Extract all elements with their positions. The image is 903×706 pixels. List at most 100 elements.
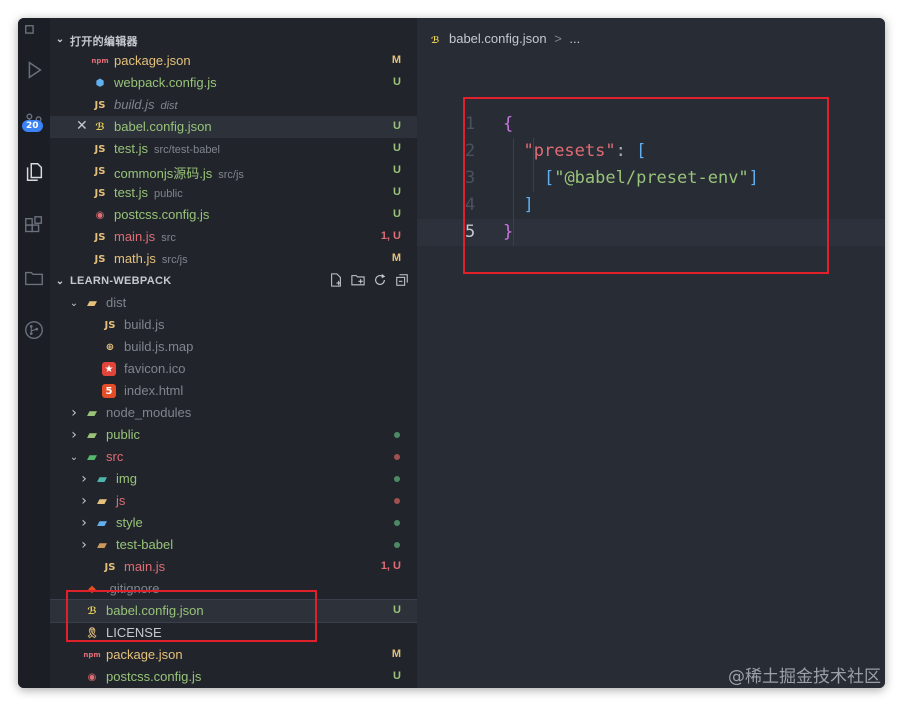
chevron-right-icon[interactable]: › — [68, 427, 80, 443]
folder-node-icon: ▰ — [87, 405, 97, 421]
file-name: main.js src — [114, 229, 176, 244]
file-name: commonjs源码.js src/js — [114, 166, 244, 181]
folder-style-icon: ▰ — [97, 515, 107, 531]
git-status-dot — [394, 520, 400, 526]
tree-item-label: js — [116, 493, 126, 508]
babel-icon: ℬ — [95, 121, 105, 133]
chevron-right-icon[interactable]: › — [68, 405, 80, 421]
tree-file[interactable]: npm package.json M — [50, 644, 417, 666]
git-status-dot — [394, 432, 400, 438]
file-path: public — [153, 188, 183, 200]
open-editor-item[interactable]: JS build.js dist — [50, 94, 417, 116]
folder-open-icon: ▰ — [87, 295, 97, 311]
tree-file[interactable]: JS build.js — [50, 314, 417, 336]
js-icon: JS — [94, 231, 106, 243]
chevron-down-icon[interactable]: ⌄ — [68, 296, 80, 310]
breadcrumb-file[interactable]: babel.config.json — [449, 31, 547, 46]
git-status: M — [391, 252, 401, 264]
collapse-all-icon[interactable] — [395, 273, 409, 287]
js-icon: JS — [104, 561, 116, 573]
tree-file[interactable]: JS main.js 1, U — [50, 556, 417, 578]
extensions-top-icon[interactable] — [18, 18, 50, 50]
git-status: M — [391, 54, 401, 66]
file-path: src — [161, 232, 176, 244]
file-name: test.js src/test-babel — [114, 141, 220, 156]
git-status: M — [391, 648, 401, 660]
tree-folder[interactable]: ⌄ ▰ dist — [50, 292, 417, 314]
tree-folder[interactable]: › ▰ public — [50, 424, 417, 446]
source-control-badge: 20 — [22, 120, 43, 132]
file-path: src/test-babel — [153, 144, 220, 156]
postcss-icon: ◉ — [87, 671, 97, 683]
folder-public-icon: ▰ — [87, 427, 97, 443]
refresh-icon[interactable] — [373, 273, 387, 287]
open-editor-item[interactable]: npm package.json M — [50, 50, 417, 72]
open-editor-item[interactable]: ◉ postcss.config.js U — [50, 204, 417, 226]
tree-item-label: img — [116, 471, 137, 486]
tree-item-label: node_modules — [106, 405, 192, 420]
tree-item-label: test-babel — [116, 537, 174, 552]
explorer-sidebar: ⌄ 打开的编辑器 npm package.json M ⬢ webpack.config… — [50, 18, 417, 688]
explorer-icon[interactable] — [18, 156, 50, 188]
git-graph-icon[interactable] — [18, 314, 50, 346]
file-name: build.js dist — [114, 97, 178, 112]
favicon-icon: ★ — [102, 362, 116, 376]
git-status: U — [393, 164, 401, 176]
open-editor-item[interactable]: JS test.js src/test-babel U — [50, 138, 417, 160]
run-debug-icon[interactable] — [18, 54, 50, 86]
tree-folder[interactable]: › ▰ style — [50, 512, 417, 534]
tree-file[interactable]: 5 index.html — [50, 380, 417, 402]
open-editor-item[interactable]: JS main.js src 1, U — [50, 226, 417, 248]
open-editor-item[interactable]: JS test.js public U — [50, 182, 417, 204]
chevron-down-icon[interactable]: ⌄ — [68, 450, 80, 464]
open-editor-item[interactable]: ✕ ℬbabel.config.json U — [50, 116, 417, 138]
git-status: 1, U — [380, 230, 401, 242]
activity-bar: 20 — [18, 18, 50, 688]
breadcrumb-rest[interactable]: ... — [569, 31, 580, 46]
project-header[interactable]: ⌄ LEARN-WEBPACK — [50, 270, 417, 292]
tree-item-label: favicon.ico — [124, 361, 186, 376]
chevron-right-icon[interactable]: › — [78, 471, 90, 487]
file-path: src/js — [161, 254, 188, 266]
chevron-right-icon[interactable]: › — [78, 515, 90, 531]
file-path: src/js — [218, 169, 244, 181]
open-editor-item[interactable]: JS commonjs源码.js src/js U — [50, 160, 417, 182]
file-name: math.js src/js — [114, 251, 188, 266]
chevron-right-icon[interactable]: › — [78, 493, 90, 509]
js-icon: JS — [94, 253, 106, 265]
tree-folder[interactable]: › ▰ test-babel — [50, 534, 417, 556]
open-editors-header[interactable]: ⌄ 打开的编辑器 — [50, 28, 417, 50]
breadcrumb: ℬ babel.config.json > ... — [431, 31, 580, 46]
folder-icon[interactable] — [18, 262, 50, 294]
webpack-icon: ⬢ — [95, 77, 105, 89]
js-icon: JS — [94, 99, 106, 111]
new-file-icon[interactable] — [329, 273, 343, 287]
tree-folder[interactable]: › ▰ js — [50, 490, 417, 512]
postcss-icon: ◉ — [95, 209, 105, 221]
js-icon: JS — [94, 187, 106, 199]
open-editor-item[interactable]: JS math.js src/js M — [50, 248, 417, 270]
tree-item-label: main.js — [124, 559, 166, 574]
tree-file[interactable]: ⊕ build.js.map — [50, 336, 417, 358]
tree-file[interactable]: ★ favicon.ico — [50, 358, 417, 380]
git-status-dot — [394, 476, 400, 482]
git-status: U — [393, 208, 401, 220]
chevron-right-icon[interactable]: › — [78, 537, 90, 553]
tree-item-label: style — [116, 515, 143, 530]
new-folder-icon[interactable] — [351, 273, 365, 287]
open-editor-item[interactable]: ⬢ webpack.config.js U — [50, 72, 417, 94]
tree-file[interactable]: ◉ postcss.config.js U — [50, 666, 417, 688]
tree-folder[interactable]: › ▰ node_modules — [50, 402, 417, 424]
file-name: package.json — [114, 53, 191, 68]
tree-item-label: index.html — [124, 383, 184, 398]
tree-item-label: build.js.map — [124, 339, 194, 354]
file-name: postcss.config.js — [114, 207, 210, 222]
tree-folder[interactable]: ⌄ ▰ src — [50, 446, 417, 468]
watermark: @稀土掘金技术社区 — [728, 667, 881, 687]
close-icon[interactable]: ✕ — [76, 118, 88, 134]
file-path: dist — [160, 100, 178, 112]
tree-folder[interactable]: › ▰ img — [50, 468, 417, 490]
file-name: webpack.config.js — [114, 75, 217, 90]
code-highlight-box — [463, 97, 829, 274]
extensions-icon[interactable] — [18, 210, 50, 242]
